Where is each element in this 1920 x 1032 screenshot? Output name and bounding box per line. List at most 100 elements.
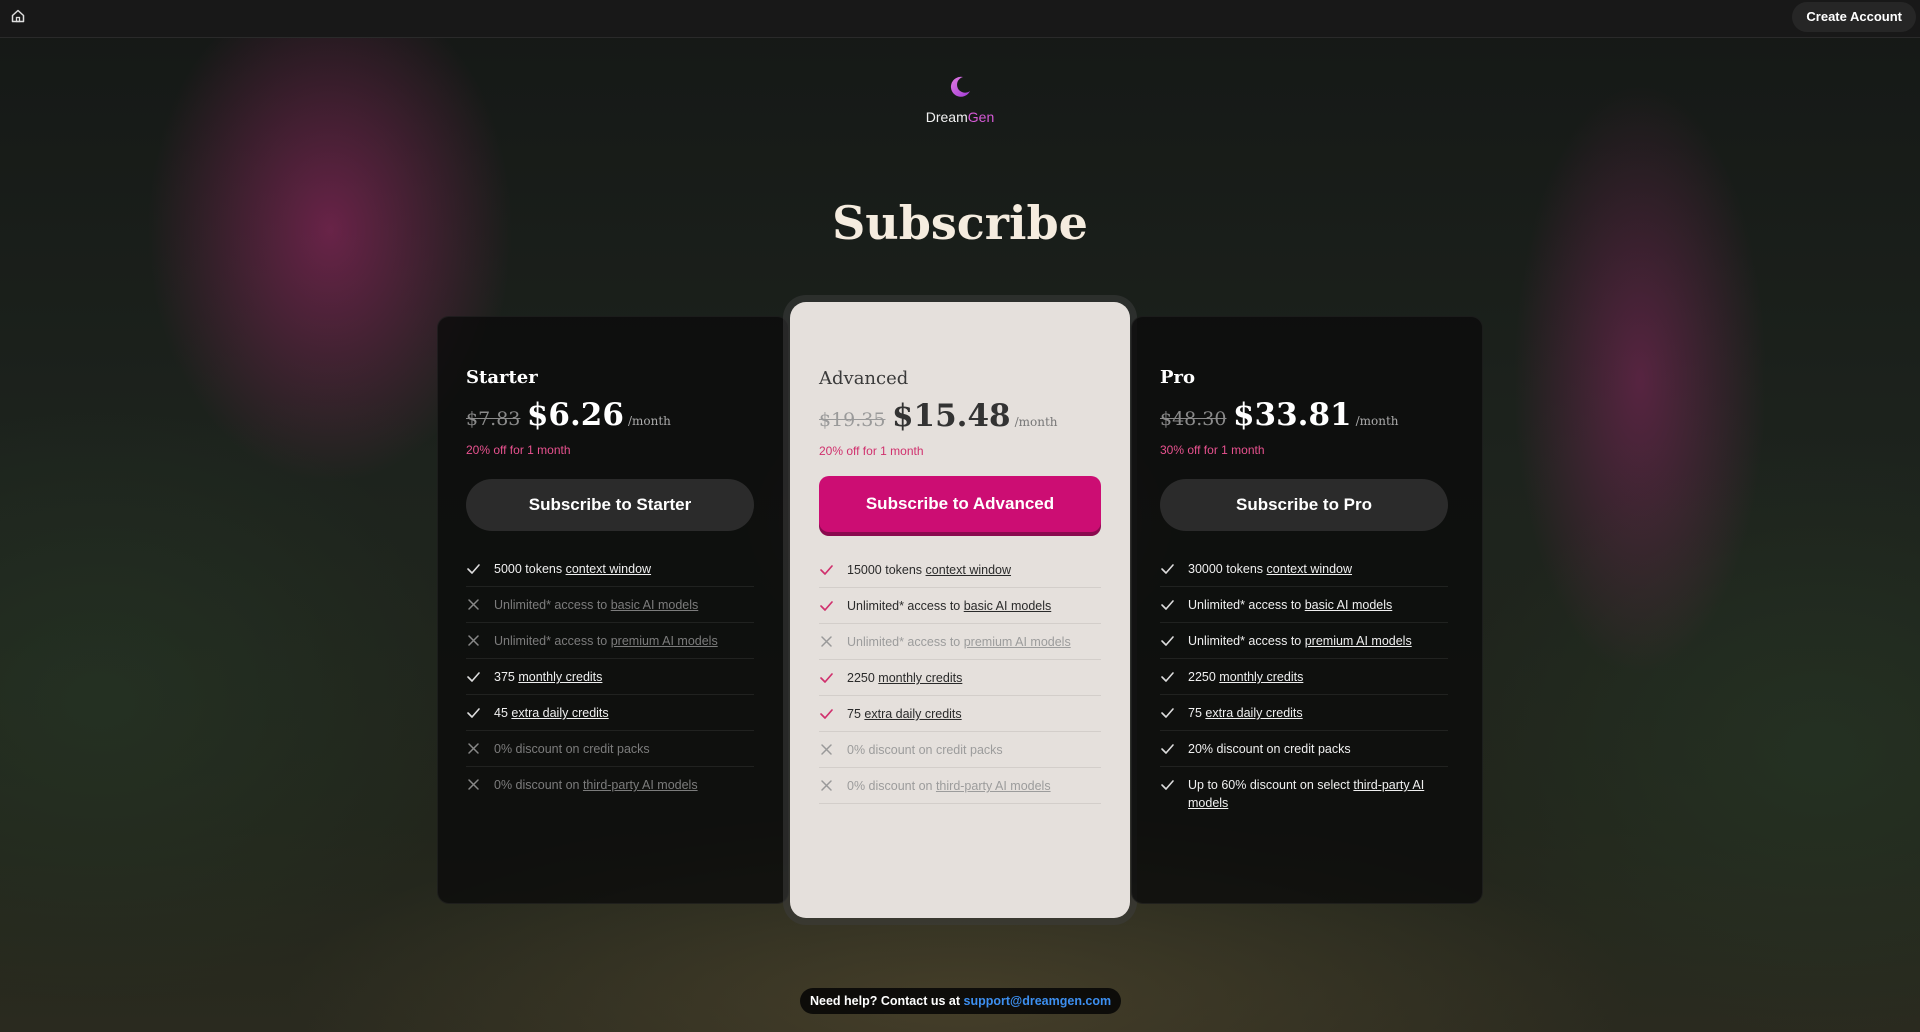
feature-text: 30000 tokens: [1188, 562, 1267, 576]
cross-icon: [468, 779, 479, 790]
feature-item: 0% discount on third-party AI models: [466, 767, 754, 803]
cross-icon: [468, 743, 479, 754]
feature-link[interactable]: context window: [926, 563, 1011, 577]
feature-link[interactable]: basic AI models: [1305, 598, 1393, 612]
feature-text: Unlimited* access to: [494, 634, 611, 648]
feature-item: 75 extra daily credits: [1160, 695, 1448, 731]
feature-text: 75: [1188, 706, 1206, 720]
check-icon: [1161, 672, 1174, 682]
check-icon: [467, 708, 480, 718]
feature-text: 2250: [847, 671, 879, 685]
feature-link[interactable]: monthly credits: [1219, 670, 1303, 684]
feature-item: 30000 tokens context window: [1160, 551, 1448, 587]
check-icon: [467, 672, 480, 682]
feature-item: Unlimited* access to basic AI models: [1160, 587, 1448, 623]
feature-link[interactable]: extra daily credits: [511, 706, 608, 720]
feature-item: 15000 tokens context window: [819, 552, 1101, 588]
feature-item: 0% discount on credit packs: [466, 731, 754, 767]
feature-text: 0% discount on credit packs: [847, 743, 1003, 757]
feature-item: Unlimited* access to premium AI models: [466, 623, 754, 659]
feature-link[interactable]: monthly credits: [878, 671, 962, 685]
feature-text: 0% discount on: [847, 779, 936, 793]
plan-card-advanced: Advanced $19.35 $15.48/month 20% off for 1…: [790, 302, 1130, 918]
cross-icon: [821, 636, 832, 647]
subscribe-advanced-button[interactable]: Subscribe to Advanced: [819, 476, 1101, 532]
check-icon: [820, 709, 833, 719]
logo: DreamGen: [0, 74, 1920, 125]
feature-list: 15000 tokens context window Unlimited* ac…: [819, 552, 1101, 804]
feature-item: 375 monthly credits: [466, 659, 754, 695]
page-title: Subscribe: [832, 196, 1088, 250]
feature-text: 45: [494, 706, 512, 720]
feature-text: 15000 tokens: [847, 563, 926, 577]
check-icon: [1161, 600, 1174, 610]
check-icon: [1161, 564, 1174, 574]
feature-text: 75: [847, 707, 865, 721]
price-period: /month: [627, 414, 671, 428]
check-icon: [1161, 780, 1174, 790]
feature-link[interactable]: third-party AI models: [583, 778, 698, 792]
cross-icon: [821, 744, 832, 755]
feature-text: 20% discount on credit packs: [1188, 742, 1351, 756]
feature-text: Unlimited* access to: [847, 635, 964, 649]
plan-card-pro: Pro $48.30 $33.81/month 30% off for 1 mont…: [1131, 316, 1483, 904]
discount-note: 20% off for 1 month: [819, 444, 924, 458]
feature-text: 375: [494, 670, 519, 684]
price-row: $7.83 $6.26/month: [466, 397, 671, 433]
discounted-price: $15.48: [891, 398, 1011, 434]
check-icon: [820, 601, 833, 611]
check-icon: [820, 673, 833, 683]
check-icon: [1161, 708, 1174, 718]
help-banner: Need help? Contact us at support@dreamge…: [800, 988, 1122, 1014]
feature-list: 30000 tokens context window Unlimited* ac…: [1160, 551, 1448, 820]
support-email-link[interactable]: support@dreamgen.com: [964, 994, 1112, 1008]
feature-item: 75 extra daily credits: [819, 696, 1101, 732]
moon-logo-icon: [950, 76, 970, 97]
feature-item: 0% discount on third-party AI models: [819, 768, 1101, 804]
feature-item: 0% discount on credit packs: [819, 732, 1101, 768]
feature-link[interactable]: extra daily credits: [864, 707, 961, 721]
feature-link[interactable]: context window: [1267, 562, 1352, 576]
feature-link[interactable]: premium AI models: [611, 634, 718, 648]
feature-link[interactable]: premium AI models: [964, 635, 1071, 649]
home-icon[interactable]: [10, 8, 26, 24]
feature-item: 45 extra daily credits: [466, 695, 754, 731]
plan-card-starter: Starter $7.83 $6.26/month 20% off for 1 mo…: [437, 316, 789, 904]
price-period: /month: [1014, 415, 1058, 429]
feature-text: Up to 60% discount on select: [1188, 778, 1354, 792]
feature-item: Unlimited* access to premium AI models: [819, 624, 1101, 660]
create-account-button[interactable]: Create Account: [1792, 2, 1916, 32]
feature-text: 0% discount on credit packs: [494, 742, 650, 756]
discount-note: 20% off for 1 month: [466, 443, 571, 457]
feature-text: 2250: [1188, 670, 1220, 684]
cross-icon: [468, 599, 479, 610]
feature-link[interactable]: third-party AI models: [936, 779, 1051, 793]
discounted-price: $6.26: [526, 397, 624, 433]
discount-note: 30% off for 1 month: [1160, 443, 1265, 457]
feature-link[interactable]: basic AI models: [611, 598, 699, 612]
feature-text: 0% discount on: [494, 778, 583, 792]
subscribe-starter-button[interactable]: Subscribe to Starter: [466, 479, 754, 531]
check-icon: [1161, 636, 1174, 646]
discounted-price: $33.81: [1232, 397, 1352, 433]
feature-link[interactable]: basic AI models: [964, 599, 1052, 613]
feature-link[interactable]: context window: [566, 562, 651, 576]
feature-text: Unlimited* access to: [494, 598, 611, 612]
feature-list: 5000 tokens context window Unlimited* acc…: [466, 551, 754, 803]
subscribe-pro-button[interactable]: Subscribe to Pro: [1160, 479, 1448, 531]
original-price: $19.35: [819, 409, 886, 431]
feature-link[interactable]: premium AI models: [1305, 634, 1412, 648]
check-icon: [820, 565, 833, 575]
feature-link[interactable]: extra daily credits: [1205, 706, 1302, 720]
price-period: /month: [1355, 414, 1399, 428]
cross-icon: [468, 635, 479, 646]
feature-link[interactable]: monthly credits: [518, 670, 602, 684]
feature-item: Up to 60% discount on select third-party…: [1160, 767, 1448, 820]
feature-item: 2250 monthly credits: [1160, 659, 1448, 695]
top-bar: Create Account: [0, 0, 1920, 38]
logo-text: DreamGen: [925, 109, 995, 125]
feature-item: 5000 tokens context window: [466, 551, 754, 587]
feature-text: Unlimited* access to: [1188, 634, 1305, 648]
plan-name: Advanced: [819, 368, 909, 389]
feature-text: 5000 tokens: [494, 562, 566, 576]
